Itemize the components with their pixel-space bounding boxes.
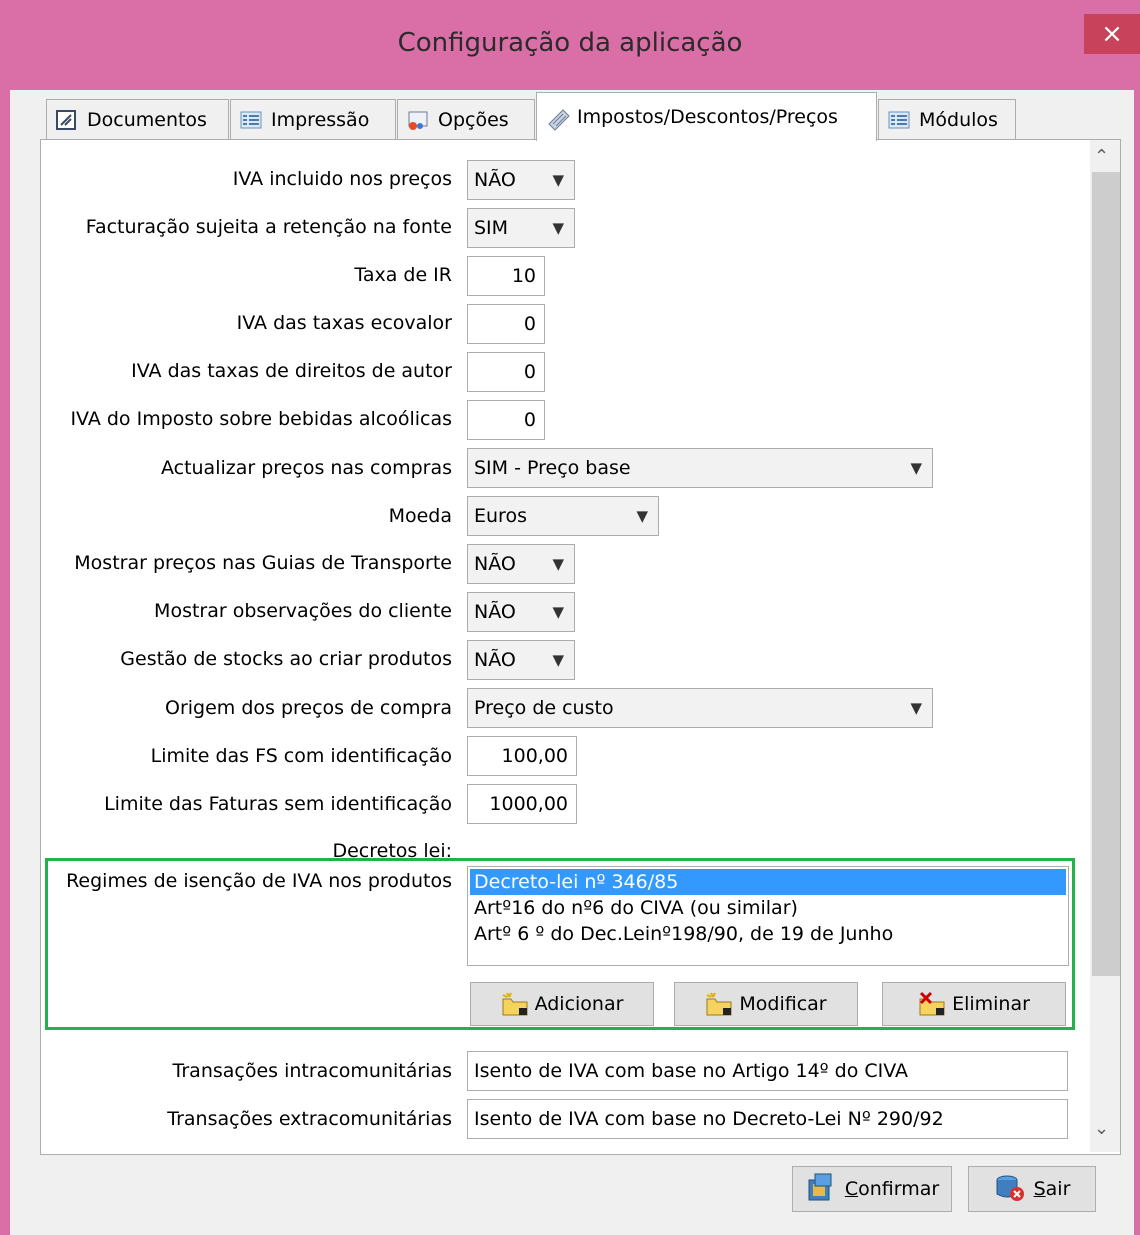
modules-icon <box>887 109 911 131</box>
tab-impressao[interactable]: Impressão <box>230 99 396 139</box>
close-button[interactable]: × <box>1084 14 1140 54</box>
confirm-button[interactable]: Confirmar <box>792 1166 952 1212</box>
chevron-down-icon: ▼ <box>552 219 564 237</box>
window-title: Configuração da aplicação <box>397 28 743 58</box>
precos-guias-select[interactable]: NÃO ▼ <box>467 544 575 584</box>
list-item[interactable]: Artº16 do nº6 do CIVA (ou similar) <box>468 895 1068 921</box>
moeda-select[interactable]: Euros ▼ <box>467 496 659 536</box>
observacoes-select[interactable]: NÃO ▼ <box>467 592 575 632</box>
tab-impressao-label: Impressão <box>271 108 370 131</box>
retencao-select[interactable]: SIM ▼ <box>467 208 575 248</box>
title-bar[interactable]: Configuração da aplicação × <box>0 0 1140 90</box>
limite-fs-input[interactable]: 100,00 <box>467 736 577 776</box>
label-iva-incluido: IVA incluido nos preços <box>232 168 452 190</box>
confirm-icon <box>805 1172 837 1207</box>
delete-folder-icon <box>918 991 948 1017</box>
gestao-stocks-value: NÃO <box>474 649 516 671</box>
print-list-icon <box>239 109 263 131</box>
label-taxa-ir: Taxa de IR <box>354 264 452 286</box>
options-icon <box>406 109 430 131</box>
limite-faturas-input[interactable]: 1000,00 <box>467 784 577 824</box>
tab-documentos[interactable]: Documentos <box>46 99 229 139</box>
taxes-icon <box>545 106 570 131</box>
edit-folder-icon <box>705 991 735 1017</box>
label-actualizar-precos: Actualizar preços nas compras <box>160 457 452 479</box>
tab-documentos-label: Documentos <box>87 108 207 131</box>
list-item[interactable]: Decreto-lei nº 346/85 <box>470 869 1066 895</box>
label-iva-bebidas: IVA do Imposto sobre bebidas alcoólicas <box>70 408 452 430</box>
scrollbar-thumb[interactable] <box>1092 172 1120 976</box>
scroll-down-icon[interactable]: ⌄ <box>1094 1118 1109 1139</box>
label-transacoes-extra: Transações extracomunitárias <box>167 1108 452 1130</box>
regimes-isencao-listbox[interactable]: Decreto-lei nº 346/85 Artº16 do nº6 do C… <box>467 866 1069 966</box>
transacoes-extra-input[interactable]: Isento de IVA com base no Decreto-Lei Nº… <box>467 1099 1068 1139</box>
moeda-value: Euros <box>474 505 527 527</box>
label-origem-precos: Origem dos preços de compra <box>164 697 452 719</box>
exit-icon <box>994 1172 1026 1207</box>
label-moeda: Moeda <box>388 505 452 527</box>
exit-button[interactable]: Sair <box>968 1166 1096 1212</box>
iva-bebidas-input[interactable]: 0 <box>467 400 545 440</box>
label-precos-guias: Mostrar preços nas Guias de Transporte <box>74 552 452 574</box>
tab-opcoes-label: Opções <box>438 108 509 131</box>
label-observacoes: Mostrar observações do cliente <box>154 600 452 622</box>
delete-button[interactable]: Eliminar <box>882 982 1066 1026</box>
retencao-value: SIM <box>474 217 509 239</box>
documents-icon <box>55 109 79 131</box>
label-retencao: Facturação sujeita a retenção na fonte <box>85 216 452 238</box>
add-button-label: Adicionar <box>534 993 624 1015</box>
iva-incluido-value: NÃO <box>474 169 516 191</box>
iva-incluido-select[interactable]: NÃO ▼ <box>467 160 575 200</box>
tab-opcoes[interactable]: Opções <box>397 99 535 139</box>
tab-impostos[interactable]: Impostos/Descontos/Preços <box>536 92 877 141</box>
iva-direitos-input[interactable]: 0 <box>467 352 545 392</box>
label-iva-direitos: IVA das taxas de direitos de autor <box>131 360 452 382</box>
origem-precos-select[interactable]: Preço de custo ▼ <box>467 688 933 728</box>
tab-impostos-label: Impostos/Descontos/Preços <box>577 106 838 128</box>
precos-guias-value: NÃO <box>474 553 516 575</box>
add-button[interactable]: Adicionar <box>470 982 654 1026</box>
chevron-down-icon: ▼ <box>552 555 564 573</box>
label-iva-ecovalor: IVA das taxas ecovalor <box>236 312 452 334</box>
tab-modulos-label: Módulos <box>919 108 998 131</box>
chevron-down-icon: ▼ <box>552 603 564 621</box>
label-gestao-stocks: Gestão de stocks ao criar produtos <box>120 648 452 670</box>
transacoes-intra-input[interactable]: Isento de IVA com base no Artigo 14º do … <box>467 1051 1068 1091</box>
scroll-up-icon[interactable]: ⌃ <box>1094 146 1109 167</box>
label-limite-faturas: Limite das Faturas sem identificação <box>104 793 452 815</box>
origem-precos-value: Preço de custo <box>474 697 614 719</box>
exit-button-label: Sair <box>1033 1178 1071 1200</box>
confirm-button-label: Confirmar <box>844 1178 940 1200</box>
chevron-down-icon: ▼ <box>910 699 922 717</box>
actualizar-precos-select[interactable]: SIM - Preço base ▼ <box>467 448 933 488</box>
modify-button[interactable]: Modificar <box>674 982 858 1026</box>
tab-modulos[interactable]: Módulos <box>878 99 1016 139</box>
delete-button-label: Eliminar <box>952 993 1030 1015</box>
modify-button-label: Modificar <box>739 993 827 1015</box>
label-regimes-isencao: Regimes de isenção de IVA nos produtos <box>66 870 452 892</box>
gestao-stocks-select[interactable]: NÃO ▼ <box>467 640 575 680</box>
iva-ecovalor-input[interactable]: 0 <box>467 304 545 344</box>
actualizar-precos-value: SIM - Preço base <box>474 457 631 479</box>
chevron-down-icon: ▼ <box>552 651 564 669</box>
label-transacoes-intra: Transações intracomunitárias <box>172 1060 452 1082</box>
list-item[interactable]: Artº 6 º do Dec.Leinº198/90, de 19 de Ju… <box>468 921 1068 947</box>
chevron-down-icon: ▼ <box>552 171 564 189</box>
new-folder-icon <box>501 991 531 1017</box>
label-limite-fs: Limite das FS com identificação <box>150 745 452 767</box>
taxa-ir-input[interactable]: 10 <box>467 256 545 296</box>
chevron-down-icon: ▼ <box>910 459 922 477</box>
observacoes-value: NÃO <box>474 601 516 623</box>
chevron-down-icon: ▼ <box>636 507 648 525</box>
